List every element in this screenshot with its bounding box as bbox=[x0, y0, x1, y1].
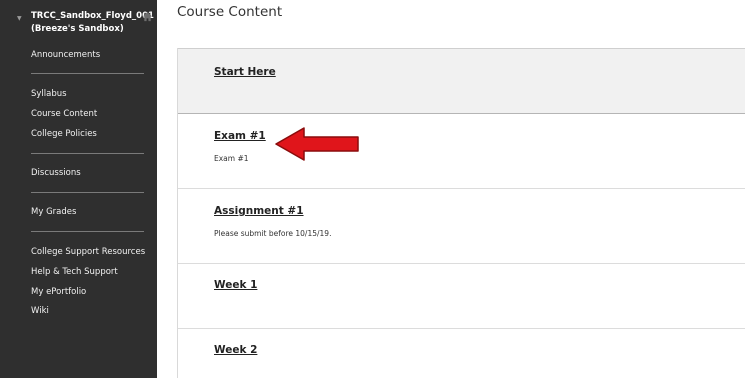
sidebar-item-discussions[interactable]: Discussions bbox=[31, 167, 81, 179]
sidebar-item-course-content[interactable]: Course Content bbox=[31, 108, 97, 120]
sidebar-item-wiki[interactable]: Wiki bbox=[31, 305, 49, 317]
sidebar-item-syllabus[interactable]: Syllabus bbox=[31, 88, 67, 100]
sidebar-divider bbox=[31, 73, 144, 74]
item-title-link[interactable]: Start Here bbox=[214, 66, 276, 78]
item-description: Please submit before 10/15/19. bbox=[214, 229, 332, 238]
content-list: Start Here Exam #1 Exam #1 Assignment #1… bbox=[177, 48, 745, 378]
content-item-exam-1: Exam #1 Exam #1 bbox=[178, 114, 745, 189]
red-arrow-annotation bbox=[275, 127, 359, 161]
content-item-week-1: Week 1 bbox=[178, 264, 745, 329]
item-title-link[interactable]: Week 2 bbox=[214, 344, 257, 356]
course-title-line2: (Breeze's Sandbox) bbox=[31, 24, 124, 34]
item-title-link[interactable]: Week 1 bbox=[214, 279, 257, 291]
course-menu-sidebar: ▼ TRCC_Sandbox_Floyd_001 (Breeze's Sandb… bbox=[0, 0, 157, 378]
content-item-week-2: Week 2 bbox=[178, 329, 745, 378]
sidebar-item-help-tech-support[interactable]: Help & Tech Support bbox=[31, 266, 118, 278]
sidebar-item-college-policies[interactable]: College Policies bbox=[31, 128, 97, 140]
sidebar-divider bbox=[31, 153, 144, 154]
course-header[interactable]: ▼ TRCC_Sandbox_Floyd_001 (Breeze's Sandb… bbox=[0, 10, 157, 44]
page-title: Course Content bbox=[177, 4, 283, 20]
item-title-link[interactable]: Assignment #1 bbox=[214, 205, 304, 217]
caret-down-icon[interactable]: ▼ bbox=[17, 15, 22, 22]
course-title[interactable]: TRCC_Sandbox_Floyd_001 (Breeze's Sandbox… bbox=[31, 10, 154, 36]
sidebar-divider bbox=[31, 192, 144, 193]
sidebar-divider bbox=[31, 231, 144, 232]
item-description: Exam #1 bbox=[214, 154, 249, 163]
content-item-assignment-1: Assignment #1 Please submit before 10/15… bbox=[178, 189, 745, 264]
item-title-link[interactable]: Exam #1 bbox=[214, 130, 266, 142]
home-icon[interactable] bbox=[142, 11, 153, 22]
sidebar-item-announcements[interactable]: Announcements bbox=[31, 49, 100, 61]
page: ▼ TRCC_Sandbox_Floyd_001 (Breeze's Sandb… bbox=[0, 0, 745, 378]
content-item-start-here: Start Here bbox=[178, 48, 745, 114]
course-title-line1: TRCC_Sandbox_Floyd_001 bbox=[31, 11, 154, 21]
sidebar-item-my-eportfolio[interactable]: My ePortfolio bbox=[31, 286, 86, 298]
sidebar-item-my-grades[interactable]: My Grades bbox=[31, 206, 76, 218]
sidebar-item-college-support-resources[interactable]: College Support Resources bbox=[31, 246, 145, 258]
